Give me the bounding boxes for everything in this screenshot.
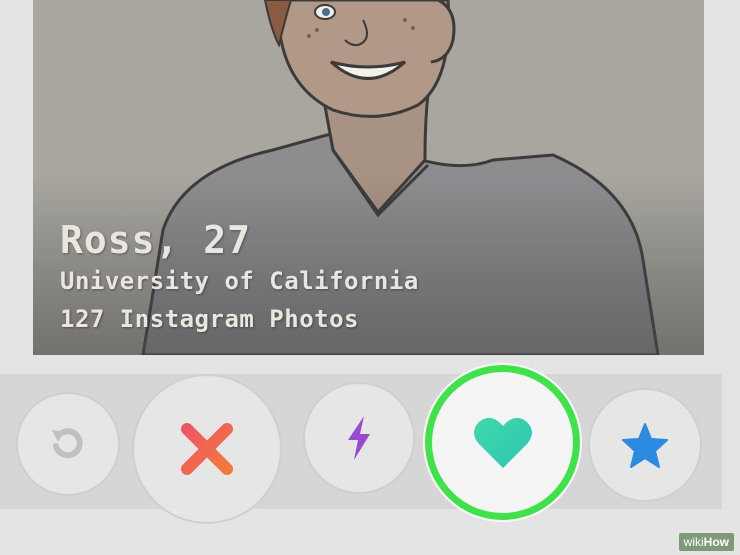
app-screen: Ross, 27 University of California 127 In… [0, 0, 740, 555]
nope-button[interactable] [134, 376, 280, 522]
undo-icon [52, 428, 83, 459]
like-button[interactable] [432, 372, 573, 513]
profile-card[interactable]: Ross, 27 University of California 127 In… [33, 0, 704, 355]
star-icon [622, 423, 668, 468]
super-like-button[interactable] [590, 390, 700, 500]
watermark-prefix: wiki [683, 535, 704, 549]
profile-name-age: Ross, 27 [60, 218, 252, 262]
x-icon [181, 423, 233, 475]
heart-icon [473, 417, 532, 468]
undo-button[interactable] [18, 394, 118, 494]
profile-school: University of California [60, 267, 419, 295]
profile-info: Ross, 27 University of California 127 In… [60, 218, 419, 338]
watermark-suffix: How [703, 535, 729, 549]
profile-instagram-photos: 127 Instagram Photos [60, 305, 359, 333]
lightning-icon [348, 416, 370, 460]
boost-button[interactable] [305, 384, 413, 492]
wikihow-watermark: wikiHow [678, 533, 734, 551]
